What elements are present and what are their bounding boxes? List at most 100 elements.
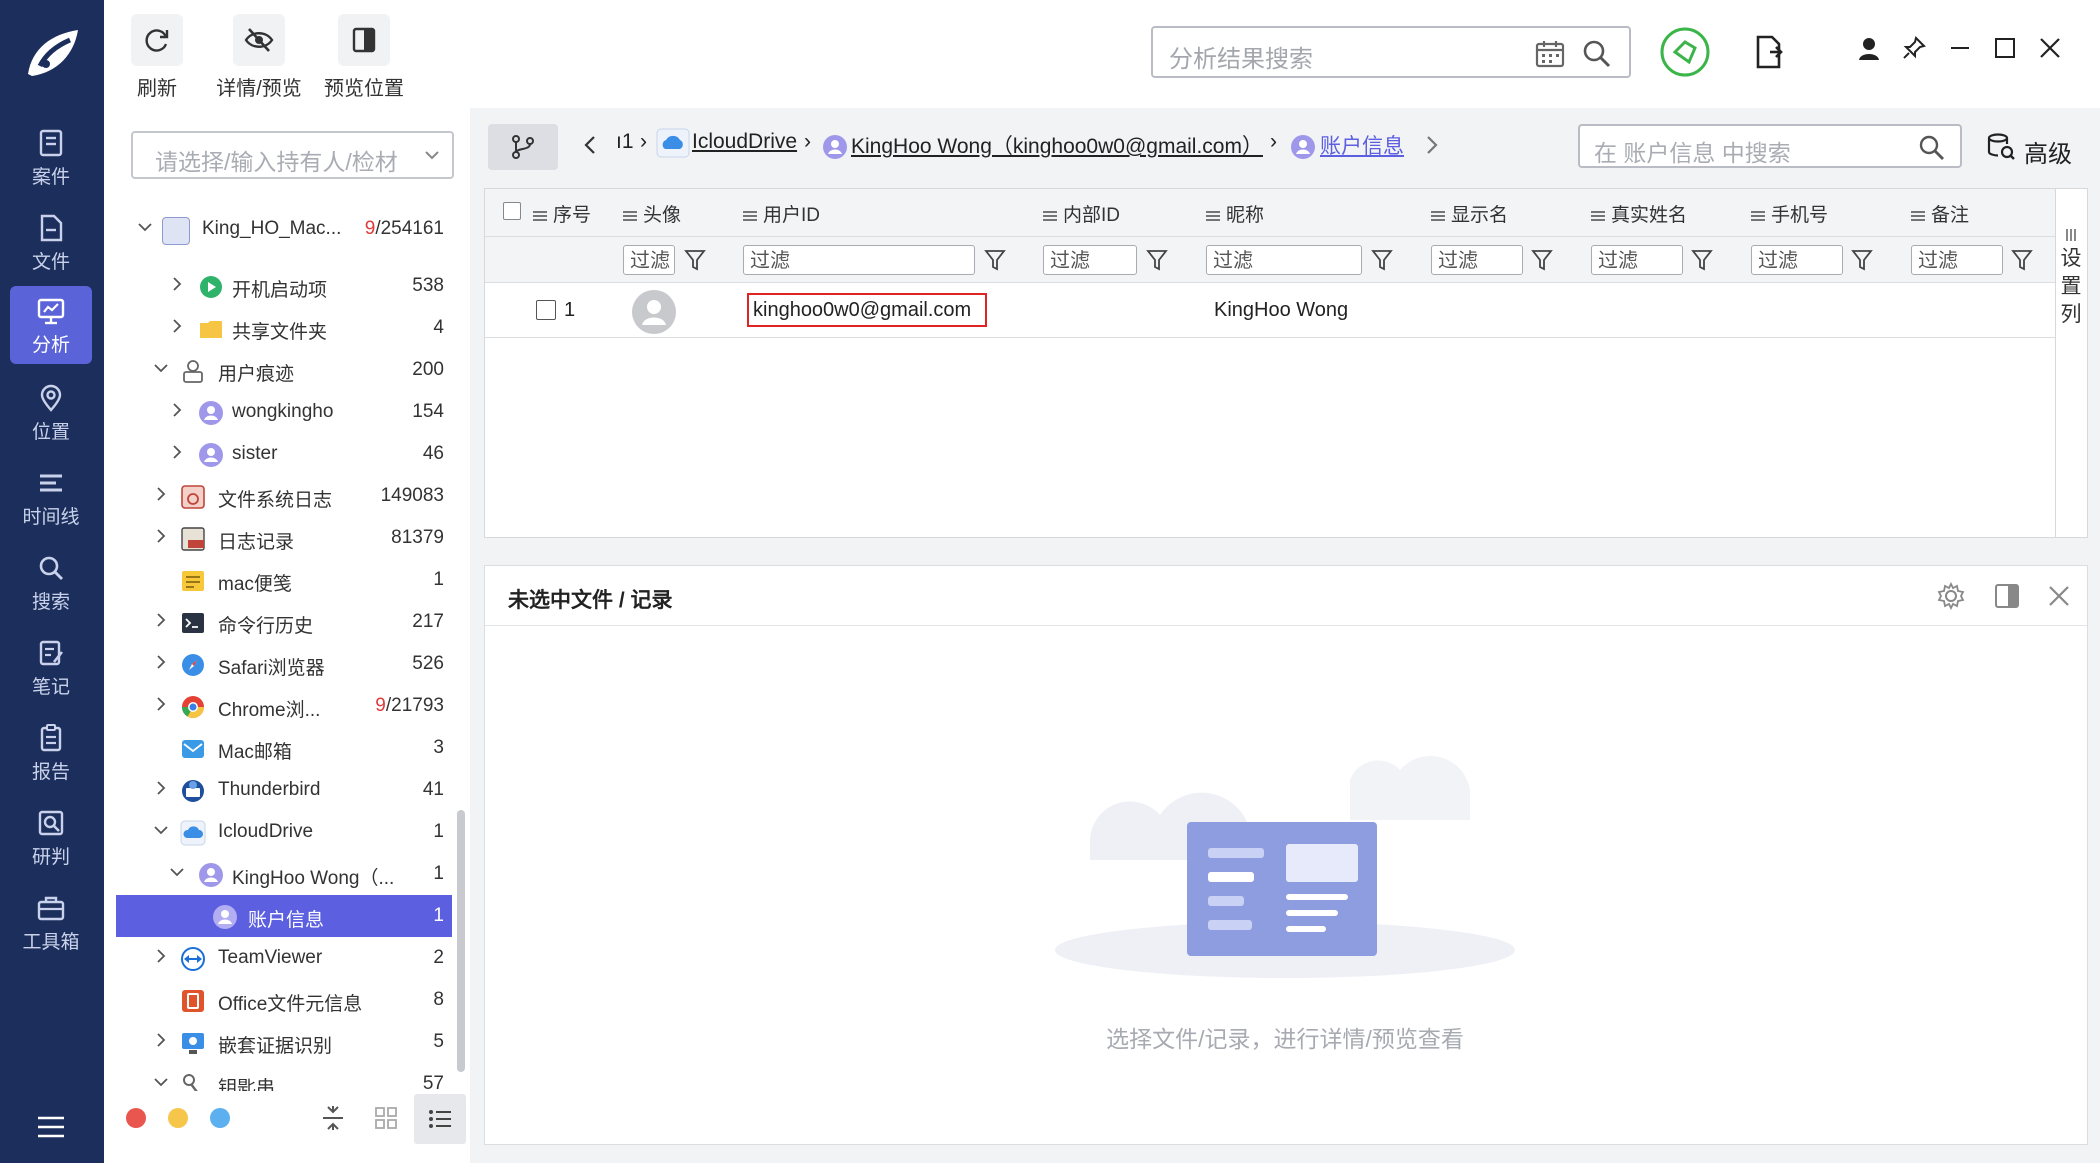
column-header-remark[interactable]: 备注: [1911, 200, 1969, 227]
column-header-real-name[interactable]: 真实姓名: [1591, 200, 1687, 227]
filter-input-nickname[interactable]: 过滤: [1206, 245, 1362, 275]
tree-row-user-traces[interactable]: 用户痕迹 200: [116, 349, 452, 391]
pin-icon[interactable]: [1902, 36, 1926, 60]
nav-item-analysis[interactable]: 分析: [10, 286, 92, 364]
filter-icon[interactable]: [1851, 248, 1873, 272]
tree-scrollbar[interactable]: [457, 810, 465, 1072]
tree-label: 账户信息: [248, 910, 325, 931]
set-columns-tab[interactable]: 设置列: [2055, 189, 2087, 537]
breadcrumb-current[interactable]: 账户信息: [1320, 130, 1404, 160]
tree-row-shared-folder[interactable]: 共享文件夹 4: [116, 307, 452, 349]
tree-row-teamviewer[interactable]: TeamViewer 2: [116, 937, 452, 979]
select-all-checkbox[interactable]: [503, 202, 521, 220]
log-icon: [181, 527, 205, 551]
advanced-search-button[interactable]: 高级: [1986, 128, 2080, 168]
nav-item-file[interactable]: 文件: [10, 203, 92, 281]
export-file-icon[interactable]: [1752, 34, 1786, 70]
tree-row-fs-log[interactable]: 文件系统日志 149083: [116, 475, 452, 517]
close-icon[interactable]: [2038, 36, 2062, 60]
close-icon[interactable]: [2047, 584, 2071, 608]
filter-input-avatar[interactable]: 过滤: [623, 245, 675, 275]
menu-icon[interactable]: [36, 1114, 66, 1140]
tree-row-iclouddrive[interactable]: IcloudDrive 1: [116, 811, 452, 853]
column-header-internal-id[interactable]: 内部ID: [1043, 200, 1120, 227]
column-header-avatar[interactable]: 头像: [623, 200, 681, 227]
collapse-all-icon[interactable]: [320, 1104, 346, 1132]
search-icon[interactable]: [1918, 134, 1946, 162]
column-header-display-name[interactable]: 显示名: [1431, 200, 1508, 227]
highlighted-user-id-cell[interactable]: kinghoo0w0@gmail.com: [747, 293, 987, 327]
refresh-button[interactable]: 刷新: [114, 14, 200, 101]
filter-icon[interactable]: [1691, 248, 1713, 272]
chevron-right-icon[interactable]: [1424, 134, 1440, 156]
blue-tag-icon[interactable]: [210, 1108, 230, 1128]
preview-position-button[interactable]: 预览位置: [309, 14, 419, 101]
nav-item-case[interactable]: 案件: [10, 118, 92, 196]
tree-row-keychain[interactable]: 钥匙串 57: [116, 1063, 452, 1091]
breadcrumb-iclouddrive[interactable]: IcloudDrive: [692, 130, 797, 154]
filter-input-display-name[interactable]: 过滤: [1431, 245, 1523, 275]
report-icon: [40, 724, 62, 752]
tree-row-account-info[interactable]: 账户信息 1: [116, 895, 452, 937]
breadcrumb-account[interactable]: KingHoo Wong（kinghoo0w0@gmail.com）: [851, 130, 1263, 160]
nav-item-search[interactable]: 搜索: [10, 543, 92, 621]
column-header-nickname[interactable]: 昵称: [1206, 200, 1264, 227]
filter-input-remark[interactable]: 过滤: [1911, 245, 2003, 275]
gear-icon[interactable]: [1937, 582, 1965, 610]
tree-row-log-record[interactable]: 日志记录 81379: [116, 517, 452, 559]
filter-icon[interactable]: [2011, 248, 2033, 272]
tree-row-user-wongkingho[interactable]: wongkingho 154: [116, 391, 452, 433]
status-shield-icon[interactable]: [1659, 26, 1711, 78]
filter-input-real-name[interactable]: 过滤: [1591, 245, 1683, 275]
chevron-right-icon: [157, 655, 166, 669]
row-checkbox[interactable]: [536, 300, 556, 320]
grid-view-icon[interactable]: [374, 1106, 398, 1130]
tree-row-startup[interactable]: 开机启动项 538: [116, 265, 452, 307]
tree-row-mac-notes[interactable]: mac便笺 1: [116, 559, 452, 601]
columns-icon: [2066, 229, 2076, 241]
tree-row-device[interactable]: King_HO_Mac... 9/254161: [116, 208, 452, 250]
tree-row-shell-history[interactable]: 命令行历史 217: [116, 601, 452, 643]
yellow-tag-icon[interactable]: [168, 1108, 188, 1128]
branch-button[interactable]: [488, 124, 558, 170]
column-header-user-id[interactable]: 用户ID: [743, 200, 820, 227]
tree-row-chrome[interactable]: Chrome浏... 9/21793: [116, 685, 452, 727]
breadcrumb-partial[interactable]: ı1: [616, 130, 634, 154]
list-view-button[interactable]: [414, 1094, 466, 1144]
nav-item-report[interactable]: 报告: [10, 713, 92, 791]
tree-row-user-sister[interactable]: sister 46: [116, 433, 452, 475]
filter-input-user-id[interactable]: 过滤: [743, 245, 975, 275]
analysis-search-input[interactable]: 分析结果搜索: [1151, 26, 1631, 78]
panel-right-icon[interactable]: [1993, 582, 2021, 610]
nav-item-toolbox[interactable]: 工具箱: [10, 883, 92, 961]
filter-icon[interactable]: [1146, 248, 1168, 272]
column-header-phone[interactable]: 手机号: [1751, 200, 1828, 227]
nav-item-location[interactable]: 位置: [10, 373, 92, 451]
scope-search-input[interactable]: 在 账户信息 中搜索: [1578, 124, 1962, 168]
filter-input-internal-id[interactable]: 过滤: [1043, 245, 1137, 275]
user-icon[interactable]: [1858, 36, 1880, 62]
search-icon[interactable]: [1581, 38, 1613, 70]
tree-row-kinghoo-account[interactable]: KingHoo Wong（... 1: [116, 853, 452, 895]
detail-preview-button[interactable]: 详情/预览: [204, 14, 314, 101]
tree-row-safari[interactable]: Safari浏览器 526: [116, 643, 452, 685]
tree-row-office-meta[interactable]: Office文件元信息 8: [116, 979, 452, 1021]
tree-row-thunderbird[interactable]: Thunderbird 41: [116, 769, 452, 811]
filter-input-phone[interactable]: 过滤: [1751, 245, 1843, 275]
filter-icon[interactable]: [684, 248, 706, 272]
owner-select[interactable]: 请选择/输入持有人/检材: [131, 131, 454, 179]
chevron-left-icon[interactable]: [582, 134, 598, 156]
tree-row-nested-evidence[interactable]: 嵌套证据识别 5: [116, 1021, 452, 1063]
maximize-icon[interactable]: [1993, 36, 2017, 60]
red-tag-icon[interactable]: [126, 1108, 146, 1128]
nav-item-timeline[interactable]: 时间线: [10, 458, 92, 536]
minimize-icon[interactable]: [1948, 36, 1972, 60]
nav-item-judge[interactable]: 研判: [10, 798, 92, 876]
nav-item-note[interactable]: 笔记: [10, 628, 92, 706]
tree-row-mac-mail[interactable]: Mac邮箱 3: [116, 727, 452, 769]
filter-icon[interactable]: [984, 248, 1006, 272]
filter-icon[interactable]: [1371, 248, 1393, 272]
calendar-icon[interactable]: [1534, 39, 1566, 69]
filter-icon[interactable]: [1531, 248, 1553, 272]
column-header-index[interactable]: 序号: [533, 200, 591, 227]
